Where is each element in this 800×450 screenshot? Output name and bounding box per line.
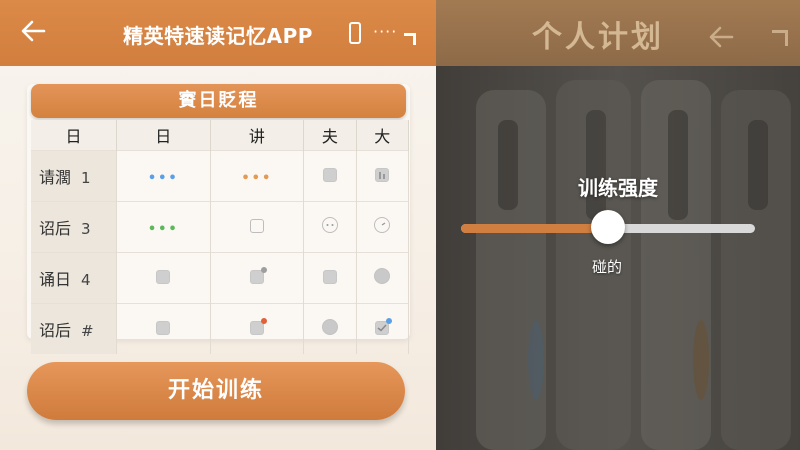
personal-plan-screen: 个人计划 训练强度 碰的 [436,0,800,450]
schedule-cell[interactable] [303,201,357,253]
status-dots-icon: ••• [147,221,179,237]
more-dots-icon[interactable]: ···· [373,22,397,41]
filled-square-icon [156,320,171,335]
row-label: 诏后 3 [31,201,117,253]
slider-thumb[interactable] [591,210,625,244]
status-dots-icon: ••• [147,170,179,186]
table-row: 诏后 # [31,303,410,354]
face-circle-icon [321,217,338,233]
column-header: 日 [116,120,211,151]
schedule-cell[interactable] [356,303,410,354]
schedule-cell[interactable] [303,150,357,202]
schedule-cell[interactable]: ••• [116,150,211,202]
start-training-button[interactable]: 开始训练 [27,362,405,420]
row-label-text: 诏后 [39,219,72,238]
notification-dot [386,317,393,324]
intensity-value-label: 碰的 [591,258,622,276]
back-arrow-icon[interactable] [704,20,738,54]
filled-square-icon [322,269,337,284]
filled-circle-icon [374,268,391,284]
table-row: 诵日 4 [31,252,410,304]
column-header: 大 [356,120,410,151]
schedule-table: 日日讲夫大 请濶 1 ••• ••• 诏后 3 ••• 诵日 4 诏后 # [31,120,410,354]
schedule-title: 賨日貶程 [31,84,406,118]
notification-dot [260,266,267,273]
row-label: 诵日 4 [31,252,117,304]
row-label-text: 请濶 [39,168,72,187]
schedule-cell[interactable] [303,252,357,304]
app-header: 精英特速读记忆APP ···· [0,0,436,66]
notification-dot [260,317,267,324]
table-row: 诏后 3 ••• [31,201,410,253]
status-dots-icon: ••• [241,170,273,186]
plan-header: 个人计划 [436,0,800,66]
checked-square-icon [375,317,393,335]
schedule-card: 賨日貶程 日日讲夫大 请濶 1 ••• ••• 诏后 3 ••• 诵日 4 诏后 # [27,84,410,354]
row-number: # [81,322,94,340]
schedule-cell[interactable] [210,252,305,304]
training-intensity-label: 训练强度 [578,176,658,200]
table-row: 请濶 1 ••• ••• [31,150,410,202]
intensity-slider[interactable] [461,210,755,244]
column-header: 夫 [303,120,357,151]
phone-icon[interactable] [349,22,361,44]
clock-icon [374,217,391,233]
row-label-text: 诏后 [39,321,72,340]
schedule-screen: 精英特速读记忆APP ···· 賨日貶程 日日讲夫大 请濶 1 ••• ••• 诏后 3 •… [0,0,436,450]
filled-square-icon [156,269,171,284]
schedule-cell[interactable] [116,303,211,354]
filled-circle-icon [321,319,338,335]
row-number: 3 [81,220,91,238]
square-icon [249,218,264,233]
row-label: 诏后 # [31,303,117,354]
schedule-cell[interactable] [116,252,211,304]
schedule-cell[interactable] [356,150,410,202]
row-label-text: 诵日 [39,270,72,289]
row-number: 1 [81,169,91,187]
row-number: 4 [81,271,91,289]
filled-square-icon [249,317,267,335]
schedule-cell[interactable] [356,252,410,304]
filled-square-icon [322,167,337,182]
plan-title: 个人计划 [532,20,664,55]
schedule-cell[interactable]: ••• [116,201,211,253]
column-header: 讲 [210,120,305,151]
schedule-cell[interactable] [210,303,305,354]
bars-icon [375,167,390,182]
schedule-cell[interactable] [210,201,305,253]
schedule-cell[interactable] [356,201,410,253]
app-title: 精英特速读记忆APP [123,24,313,48]
corner-icon[interactable] [772,30,788,46]
corner-icon[interactable] [404,33,416,45]
schedule-cell[interactable] [303,303,357,354]
filled-square-icon [249,266,267,284]
slider-fill [461,224,608,233]
column-header: 日 [31,120,117,151]
row-label: 请濶 1 [31,150,117,202]
schedule-cell[interactable]: ••• [210,150,305,202]
